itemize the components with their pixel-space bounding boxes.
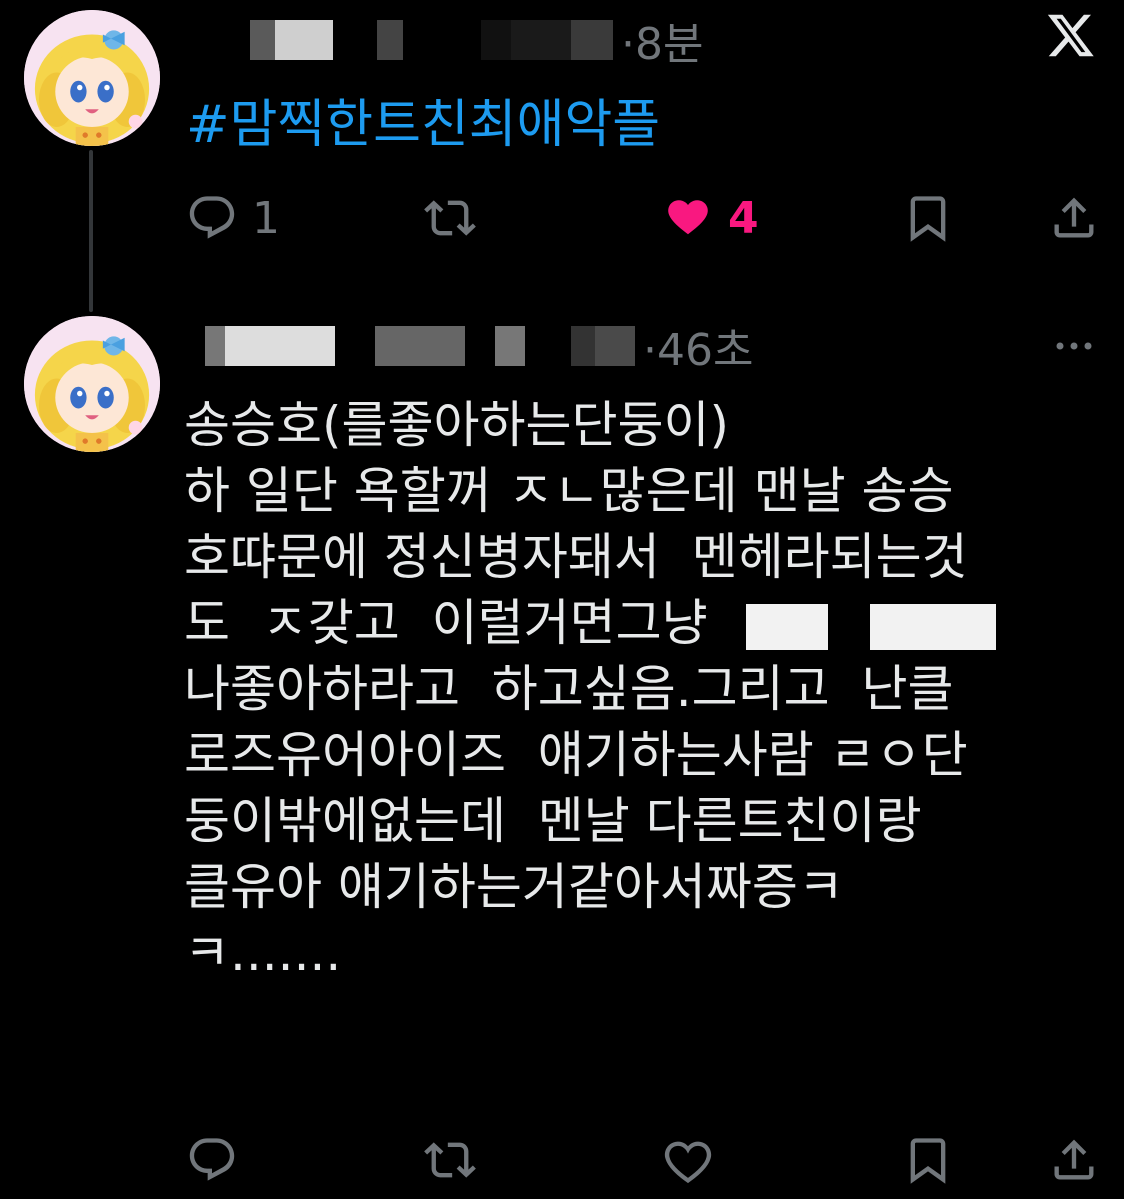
redacted-text bbox=[745, 603, 828, 650]
share-icon bbox=[1054, 1139, 1094, 1180]
post-text-line: 로즈유어아이즈 얘기하는사람 ㄹㅇ단 bbox=[184, 726, 968, 784]
redacted-handle bbox=[531, 326, 635, 366]
redacted-display-name bbox=[185, 20, 475, 60]
post-text-line: 클유아 얘기하는거같아서짜증ㅋ bbox=[184, 858, 844, 916]
thread-connector-line bbox=[89, 150, 93, 312]
like-button[interactable] bbox=[662, 1132, 728, 1188]
reply-button[interactable] bbox=[186, 1132, 252, 1188]
redacted-display-name bbox=[185, 326, 525, 366]
action-bar: 1 4 bbox=[186, 190, 1101, 246]
avatar[interactable] bbox=[24, 10, 160, 146]
post-text-line: ㅋ....... bbox=[184, 924, 342, 982]
post-text-line: 송승호(를좋아하는단둥이) bbox=[184, 396, 730, 454]
like-count: 4 bbox=[728, 192, 759, 244]
post-text-line: 나좋아하라고 하고싶음.그리고 난클 bbox=[184, 660, 954, 718]
bookmark-icon bbox=[910, 1138, 946, 1184]
post-text: 송승호(를좋아하는단둥이) 하 일단 욕할꺼 ㅈㄴ많은데 맨날 송승 호땨문에 … bbox=[184, 392, 1084, 986]
reply-icon bbox=[189, 196, 235, 239]
repost-button[interactable] bbox=[424, 1132, 490, 1188]
share-button[interactable] bbox=[1048, 190, 1100, 246]
post-timestamp[interactable]: ·8분 bbox=[621, 8, 703, 72]
post-header: ·46초 bbox=[185, 316, 753, 376]
post-text-line: 둥이밖에없는데 멘날 다른트친이랑 bbox=[184, 792, 922, 850]
heart-icon bbox=[664, 1141, 712, 1184]
more-icon[interactable] bbox=[1054, 340, 1094, 352]
reply-icon bbox=[189, 1138, 235, 1181]
redacted-text bbox=[869, 603, 996, 650]
heart-icon bbox=[668, 200, 708, 235]
post-text-line: 호땨문에 정신병자돼서 멘헤라되는것 bbox=[184, 528, 968, 586]
reply-button[interactable]: 1 bbox=[186, 190, 280, 246]
reply-count: 1 bbox=[252, 192, 280, 244]
repost-button[interactable] bbox=[424, 190, 490, 246]
bookmark-button[interactable] bbox=[902, 190, 954, 246]
repost-icon bbox=[424, 1142, 476, 1178]
share-icon bbox=[1054, 197, 1094, 238]
post-text-line: 하 일단 욕할꺼 ㅈㄴ많은데 맨날 송승 bbox=[184, 462, 954, 520]
post-text-fragment: 도 ㅈ갖고 이럴거면그냥 bbox=[184, 594, 708, 652]
avatar-image bbox=[24, 316, 160, 452]
bookmark-button[interactable] bbox=[902, 1132, 954, 1188]
x-logo-icon[interactable] bbox=[1046, 10, 1096, 60]
bookmark-icon bbox=[910, 196, 946, 242]
post-text-line-with-redaction: 도 ㅈ갖고 이럴거면그냥 bbox=[184, 590, 1084, 656]
like-button[interactable]: 4 bbox=[662, 190, 759, 246]
redacted-handle bbox=[481, 20, 613, 60]
repost-icon bbox=[424, 200, 476, 236]
action-bar bbox=[186, 1132, 1101, 1188]
avatar[interactable] bbox=[24, 316, 160, 452]
post-timestamp[interactable]: ·46초 bbox=[643, 314, 753, 378]
post-header: ·8분 bbox=[185, 10, 703, 70]
share-button[interactable] bbox=[1048, 1132, 1100, 1188]
hashtag-link[interactable]: #맘찍한트친최애악플 bbox=[186, 82, 660, 157]
avatar-image bbox=[24, 10, 160, 146]
